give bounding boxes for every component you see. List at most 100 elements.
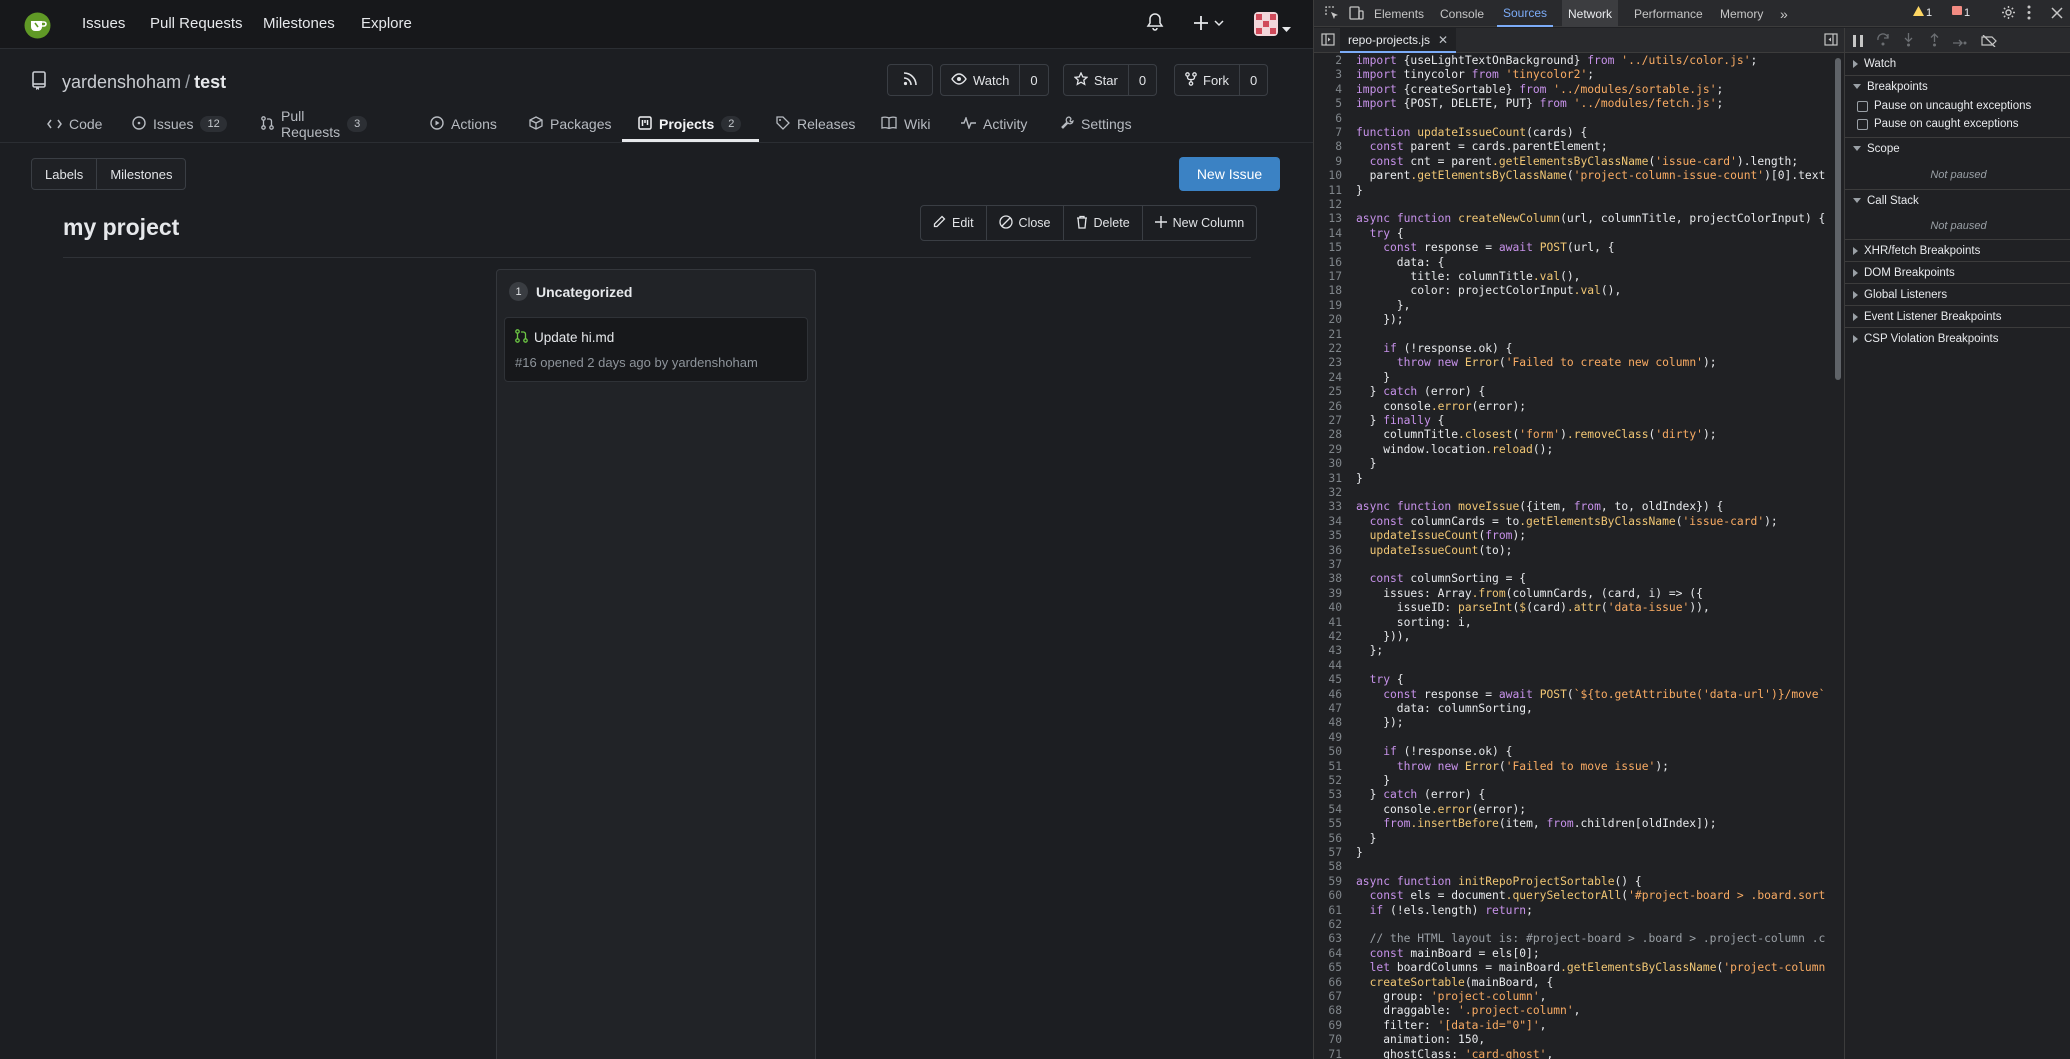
star-count[interactable]: 0 [1127, 65, 1156, 95]
line-number[interactable]: 71 [1314, 1048, 1356, 1059]
line-number[interactable]: 19 [1314, 299, 1356, 313]
code-line[interactable]: 23 throw new Error('Failed to create new… [1314, 356, 1830, 370]
code-line[interactable]: 6 [1314, 112, 1830, 126]
csp-violation-breakpoints-section[interactable]: CSP Violation Breakpoints [1845, 327, 2070, 349]
code-line[interactable]: 49 [1314, 731, 1830, 745]
code-line[interactable]: 20 }); [1314, 313, 1830, 327]
code-editor[interactable]: 2 import {useLightTextOnBackground} from … [1314, 54, 1830, 1059]
code-line[interactable]: 19 }, [1314, 299, 1830, 313]
tab-settings[interactable]: Settings [1060, 105, 1132, 143]
line-number[interactable]: 15 [1314, 241, 1356, 255]
step-over-icon[interactable] [1877, 33, 1890, 51]
new-issue-button[interactable]: New Issue [1179, 157, 1280, 191]
code-line[interactable]: 12 [1314, 198, 1830, 212]
fork-button[interactable]: Fork 0 [1174, 64, 1269, 96]
devtools-tab-memory[interactable]: Memory [1714, 0, 1769, 27]
pause-uncaught-checkbox[interactable] [1857, 100, 1868, 112]
tab-projects[interactable]: Projects 2 [638, 105, 742, 143]
line-number[interactable]: 6 [1314, 112, 1356, 126]
code-line[interactable]: 56 } [1314, 832, 1830, 846]
code-line[interactable]: 26 console.error(error); [1314, 400, 1830, 414]
line-number[interactable]: 70 [1314, 1033, 1356, 1047]
line-number[interactable]: 29 [1314, 443, 1356, 457]
line-number[interactable]: 31 [1314, 472, 1356, 486]
code-line[interactable]: 58 [1314, 860, 1830, 874]
code-line[interactable]: 14 try { [1314, 227, 1830, 241]
code-line[interactable]: 25 } catch (error) { [1314, 385, 1830, 399]
close-tab-icon[interactable]: ✕ [1438, 33, 1448, 47]
toggle-navigator-icon[interactable] [1321, 33, 1335, 51]
tab-packages[interactable]: Packages [529, 105, 611, 143]
nav-explore[interactable]: Explore [361, 15, 412, 32]
code-line[interactable]: 15 const response = await POST(url, { [1314, 241, 1830, 255]
line-number[interactable]: 30 [1314, 457, 1356, 471]
line-number[interactable]: 66 [1314, 976, 1356, 990]
rss-button[interactable] [887, 64, 933, 96]
devtools-tab-console[interactable]: Console [1434, 0, 1490, 27]
code-line[interactable]: 13 async function createNewColumn(url, co… [1314, 212, 1830, 226]
line-number[interactable]: 10 [1314, 169, 1356, 183]
watch-count[interactable]: 0 [1019, 65, 1047, 95]
devtools-tab-network[interactable]: Network [1562, 0, 1619, 27]
line-number[interactable]: 54 [1314, 803, 1356, 817]
code-line[interactable]: 18 color: projectColorInput.val(), [1314, 284, 1830, 298]
code-line[interactable]: 37 [1314, 558, 1830, 572]
toggle-debugger-icon[interactable] [1824, 33, 1838, 51]
star-button[interactable]: Star 0 [1063, 64, 1158, 96]
step-icon[interactable] [1953, 35, 1967, 53]
line-number[interactable]: 17 [1314, 270, 1356, 284]
line-number[interactable]: 21 [1314, 328, 1356, 342]
chevron-down-icon[interactable] [1282, 20, 1291, 38]
code-line[interactable]: 32 [1314, 486, 1830, 500]
pause-caught-checkbox[interactable] [1857, 118, 1868, 130]
line-number[interactable]: 24 [1314, 371, 1356, 385]
line-number[interactable]: 42 [1314, 630, 1356, 644]
deactivate-breakpoints-icon[interactable] [1981, 34, 1997, 52]
labels-button[interactable]: Labels [32, 159, 96, 189]
code-line[interactable]: 40 issueID: parseInt($(card).attr('data-… [1314, 601, 1830, 615]
code-line[interactable]: 52 } [1314, 774, 1830, 788]
tab-activity[interactable]: Activity [961, 105, 1027, 143]
tab-code[interactable]: Code [47, 105, 102, 143]
more-options-icon[interactable] [2027, 5, 2031, 25]
line-number[interactable]: 68 [1314, 1004, 1356, 1018]
tab-actions[interactable]: Actions [430, 105, 497, 143]
line-number[interactable]: 67 [1314, 990, 1356, 1004]
global-listeners-section[interactable]: Global Listeners [1845, 283, 2070, 305]
code-line[interactable]: 17 title: columnTitle.val(), [1314, 270, 1830, 284]
code-line[interactable]: 67 group: 'project-column', [1314, 990, 1830, 1004]
nav-milestones[interactable]: Milestones [263, 15, 335, 32]
devtools-tab-performance[interactable]: Performance [1628, 0, 1709, 27]
line-number[interactable]: 32 [1314, 486, 1356, 500]
line-number[interactable]: 64 [1314, 947, 1356, 961]
scope-section[interactable]: Scope [1845, 137, 2070, 159]
code-line[interactable]: 42 })), [1314, 630, 1830, 644]
line-number[interactable]: 26 [1314, 400, 1356, 414]
code-line[interactable]: 10 parent.getElementsByClassName('projec… [1314, 169, 1830, 183]
line-number[interactable]: 69 [1314, 1019, 1356, 1033]
line-number[interactable]: 23 [1314, 356, 1356, 370]
code-scrollbar[interactable] [1833, 54, 1843, 1059]
xhr-breakpoints-section[interactable]: XHR/fetch Breakpoints [1845, 239, 2070, 261]
line-number[interactable]: 59 [1314, 875, 1356, 889]
line-number[interactable]: 8 [1314, 140, 1356, 154]
code-line[interactable]: 7 function updateIssueCount(cards) { [1314, 126, 1830, 140]
code-line[interactable]: 68 draggable: '.project-column', [1314, 1004, 1830, 1018]
line-number[interactable]: 41 [1314, 616, 1356, 630]
code-line[interactable]: 60 const els = document.querySelectorAll… [1314, 889, 1830, 903]
code-line[interactable]: 4 import {createSortable} from '../module… [1314, 83, 1830, 97]
tab-issues[interactable]: Issues 12 [132, 105, 227, 143]
code-line[interactable]: 29 window.location.reload(); [1314, 443, 1830, 457]
code-line[interactable]: 36 updateIssueCount(to); [1314, 544, 1830, 558]
code-line[interactable]: 45 try { [1314, 673, 1830, 687]
line-number[interactable]: 53 [1314, 788, 1356, 802]
line-number[interactable]: 13 [1314, 212, 1356, 226]
edit-project-button[interactable]: Edit [921, 206, 986, 240]
code-line[interactable]: 65 let boardColumns = mainBoard.getEleme… [1314, 961, 1830, 975]
code-line[interactable]: 8 const parent = cards.parentElement; [1314, 140, 1830, 154]
line-number[interactable]: 39 [1314, 587, 1356, 601]
more-tabs-button[interactable]: » [1774, 0, 1794, 27]
code-line[interactable]: 11} [1314, 184, 1830, 198]
line-number[interactable]: 47 [1314, 702, 1356, 716]
line-number[interactable]: 58 [1314, 860, 1356, 874]
